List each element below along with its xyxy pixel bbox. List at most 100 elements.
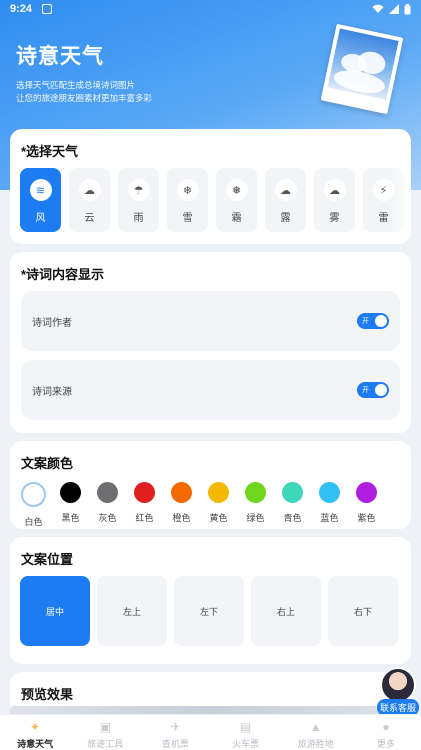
mountain-icon: ▲	[309, 720, 322, 734]
wifi-icon	[372, 4, 384, 13]
color-option[interactable]: 绿色	[240, 482, 271, 528]
color-label: 紫色	[357, 513, 376, 523]
tab-item[interactable]: ✦ 诗意天气	[0, 715, 70, 750]
weather-option[interactable]: ❅ 霜	[216, 168, 257, 232]
tab-label: 更多	[376, 739, 395, 749]
tab-label: 火车票	[232, 739, 260, 749]
weather-label: 雾	[329, 213, 340, 224]
color-swatch[interactable]	[134, 482, 155, 503]
color-label: 蓝色	[320, 513, 339, 523]
weather-option[interactable]: ☁ 露	[265, 168, 306, 232]
snow-icon: ❄	[176, 179, 199, 201]
position-option[interactable]: 右下	[328, 576, 398, 646]
color-swatch[interactable]	[21, 482, 46, 507]
weather-option[interactable]: ☂ 雨	[118, 168, 159, 232]
tab-label: 诗意天气	[17, 739, 54, 749]
frost-icon: ❅	[225, 179, 248, 201]
color-label: 灰色	[98, 513, 117, 523]
color-swatch[interactable]	[319, 482, 340, 503]
weather-label: 云	[84, 213, 95, 224]
source-switch[interactable]: 开	[357, 382, 389, 398]
tab-item[interactable]: ● 更多	[351, 715, 421, 750]
tab-label: 查机票	[161, 739, 189, 749]
weather-options: ≋ 风 ☁ 云 ☂ 雨 ❄ 雪 ❅ 霜 ☁ 露 ☁ 雾 ⚡ 雷	[20, 168, 404, 232]
cloud-sun-icon: ☁	[78, 179, 101, 201]
switch-state: 开	[362, 318, 369, 325]
weather-option[interactable]: ≋ 风	[20, 168, 61, 232]
weather-option[interactable]: ☁ 雾	[314, 168, 355, 232]
author-switch[interactable]: 开	[357, 313, 389, 329]
color-swatch[interactable]	[60, 482, 81, 503]
weather-label: 风	[35, 213, 46, 224]
user-icon: ●	[382, 720, 390, 734]
color-option[interactable]: 白色	[18, 482, 49, 528]
fog-icon: ☁	[323, 179, 346, 201]
notification-icon	[42, 4, 53, 14]
signal-icon	[389, 4, 399, 14]
tab-item[interactable]: ▲ 旅游胜地	[281, 715, 351, 750]
text-position-card: 文案位置 居中 左上 左下 右上 右下	[10, 537, 411, 664]
color-option[interactable]: 紫色	[351, 482, 382, 528]
color-swatch[interactable]	[356, 482, 377, 503]
toggle-row-author[interactable]: 诗词作者 开	[21, 291, 400, 351]
weather-label: 雷	[378, 213, 389, 224]
color-option[interactable]: 黄色	[203, 482, 234, 528]
toggle-row-source[interactable]: 诗词来源 开	[21, 360, 400, 420]
toolbox-icon: ▣	[99, 720, 111, 734]
hero-desc-line-2: 让您的旅途朋友圈素材更加丰富多彩	[16, 93, 153, 103]
weather-card: *选择天气 ≋ 风 ☁ 云 ☂ 雨 ❄ 雪 ❅ 霜 ☁ 露 ☁ 雾 ⚡ 雷	[10, 129, 411, 244]
color-swatch[interactable]	[208, 482, 229, 503]
color-label: 黄色	[209, 513, 228, 523]
preview-image	[10, 706, 411, 714]
tab-item[interactable]: ✈ 查机票	[140, 715, 210, 750]
position-option[interactable]: 左上	[97, 576, 167, 646]
color-swatch[interactable]	[245, 482, 266, 503]
color-swatch[interactable]	[171, 482, 192, 503]
battery-icon	[404, 3, 411, 14]
weather-label: 霜	[231, 213, 242, 224]
position-option[interactable]: 右上	[251, 576, 321, 646]
service-avatar	[380, 667, 416, 703]
customer-service-button[interactable]: 联系客服	[377, 667, 419, 717]
color-option[interactable]: 红色	[129, 482, 160, 528]
weather-option[interactable]: ❄ 雪	[167, 168, 208, 232]
tab-item[interactable]: ▣ 旅途工具	[70, 715, 140, 750]
plane-icon: ✈	[170, 720, 181, 734]
content-section-title: *诗词内容显示	[21, 267, 105, 282]
tab-label: 旅途工具	[87, 739, 124, 749]
color-option[interactable]: 青色	[277, 482, 308, 528]
weather-option[interactable]: ☁ 云	[69, 168, 110, 232]
color-options: 白色 黑色 灰色 红色 橙色 黄色 绿色 青色 蓝色 紫色	[18, 482, 382, 528]
color-option[interactable]: 橙色	[166, 482, 197, 528]
color-section-title: 文案颜色	[21, 456, 74, 471]
content-display-card: *诗词内容显示 诗词作者 开 诗词来源 开	[10, 252, 411, 433]
page-title: 诗意天气	[16, 45, 104, 68]
color-label: 橙色	[172, 513, 191, 523]
tab-label: 旅游胜地	[297, 739, 334, 749]
color-option[interactable]: 蓝色	[314, 482, 345, 528]
status-bar: 9:24	[0, 0, 421, 18]
weather-label: 雨	[133, 213, 144, 224]
position-section-title: 文案位置	[21, 552, 74, 567]
train-icon: ▤	[239, 720, 252, 734]
preview-section-title: 预览效果	[21, 687, 74, 702]
position-option[interactable]: 居中	[20, 576, 90, 646]
tab-item[interactable]: ▤ 火车票	[211, 715, 281, 750]
rain-icon: ☂	[127, 179, 150, 201]
weather-label: 露	[280, 213, 291, 224]
color-option[interactable]: 黑色	[55, 482, 86, 528]
hero-desc-line-1: 选择天气匹配生成总境诗词图片	[16, 80, 136, 90]
color-swatch[interactable]	[282, 482, 303, 503]
position-options: 居中 左上 左下 右上 右下	[20, 576, 398, 646]
color-swatch[interactable]	[97, 482, 118, 503]
hero-description: 选择天气匹配生成总境诗词图片 让您的旅途朋友圈素材更加丰富多彩	[16, 79, 152, 105]
toggle-label: 诗词作者	[32, 317, 72, 329]
color-label: 绿色	[246, 513, 265, 523]
weather-section-title: *选择天气	[21, 144, 79, 159]
color-label: 白色	[24, 517, 43, 527]
weather-label: 雪	[182, 213, 193, 224]
position-option[interactable]: 左下	[174, 576, 244, 646]
dew-icon: ☁	[274, 179, 297, 201]
bulb-icon: ✦	[30, 720, 41, 734]
color-option[interactable]: 灰色	[92, 482, 123, 528]
